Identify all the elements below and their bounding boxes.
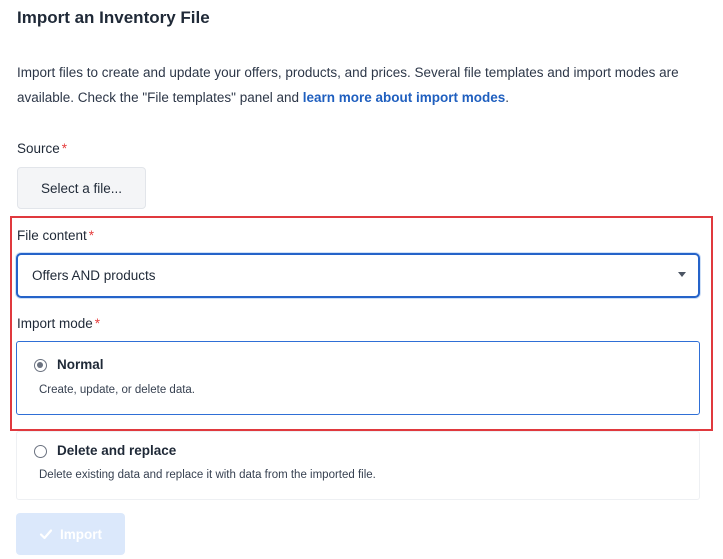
page-title: Import an Inventory File [17,8,210,27]
file-content-value: Offers AND products [32,268,156,283]
import-modes-link[interactable]: learn more about import modes [303,90,506,105]
required-mark: * [61,141,68,156]
intro-end: . [505,90,510,105]
import-button[interactable]: Import [16,513,125,555]
source-label: Source * [17,141,67,156]
source-label-text: Source [17,141,60,156]
import-button-label: Import [60,526,102,542]
file-content-label: File content * [17,228,94,243]
import-mode-label: Import mode * [17,316,100,331]
import-mode-option-normal[interactable]: Normal Create, update, or delete data. [16,341,700,415]
import-mode-option-delete-replace[interactable]: Delete and replace Delete existing data … [16,431,700,500]
import-page: Import an Inventory File Import files to… [0,0,723,559]
radio-unselected-icon[interactable] [34,445,47,458]
file-content-select[interactable]: Offers AND products [16,253,700,298]
check-icon [39,529,53,540]
intro-paragraph: Import files to create and update your o… [17,60,707,110]
chevron-down-icon [678,272,686,277]
import-mode-label-text: Import mode [17,316,93,331]
select-file-button[interactable]: Select a file... [17,167,146,209]
option-description: Create, update, or delete data. [39,384,195,396]
option-title: Delete and replace [57,443,177,458]
required-mark: * [88,228,95,243]
radio-selected-icon[interactable] [34,359,47,372]
file-content-label-text: File content [17,228,87,243]
required-mark: * [94,316,101,331]
option-title: Normal [57,357,104,372]
option-description: Delete existing data and replace it with… [39,469,376,481]
